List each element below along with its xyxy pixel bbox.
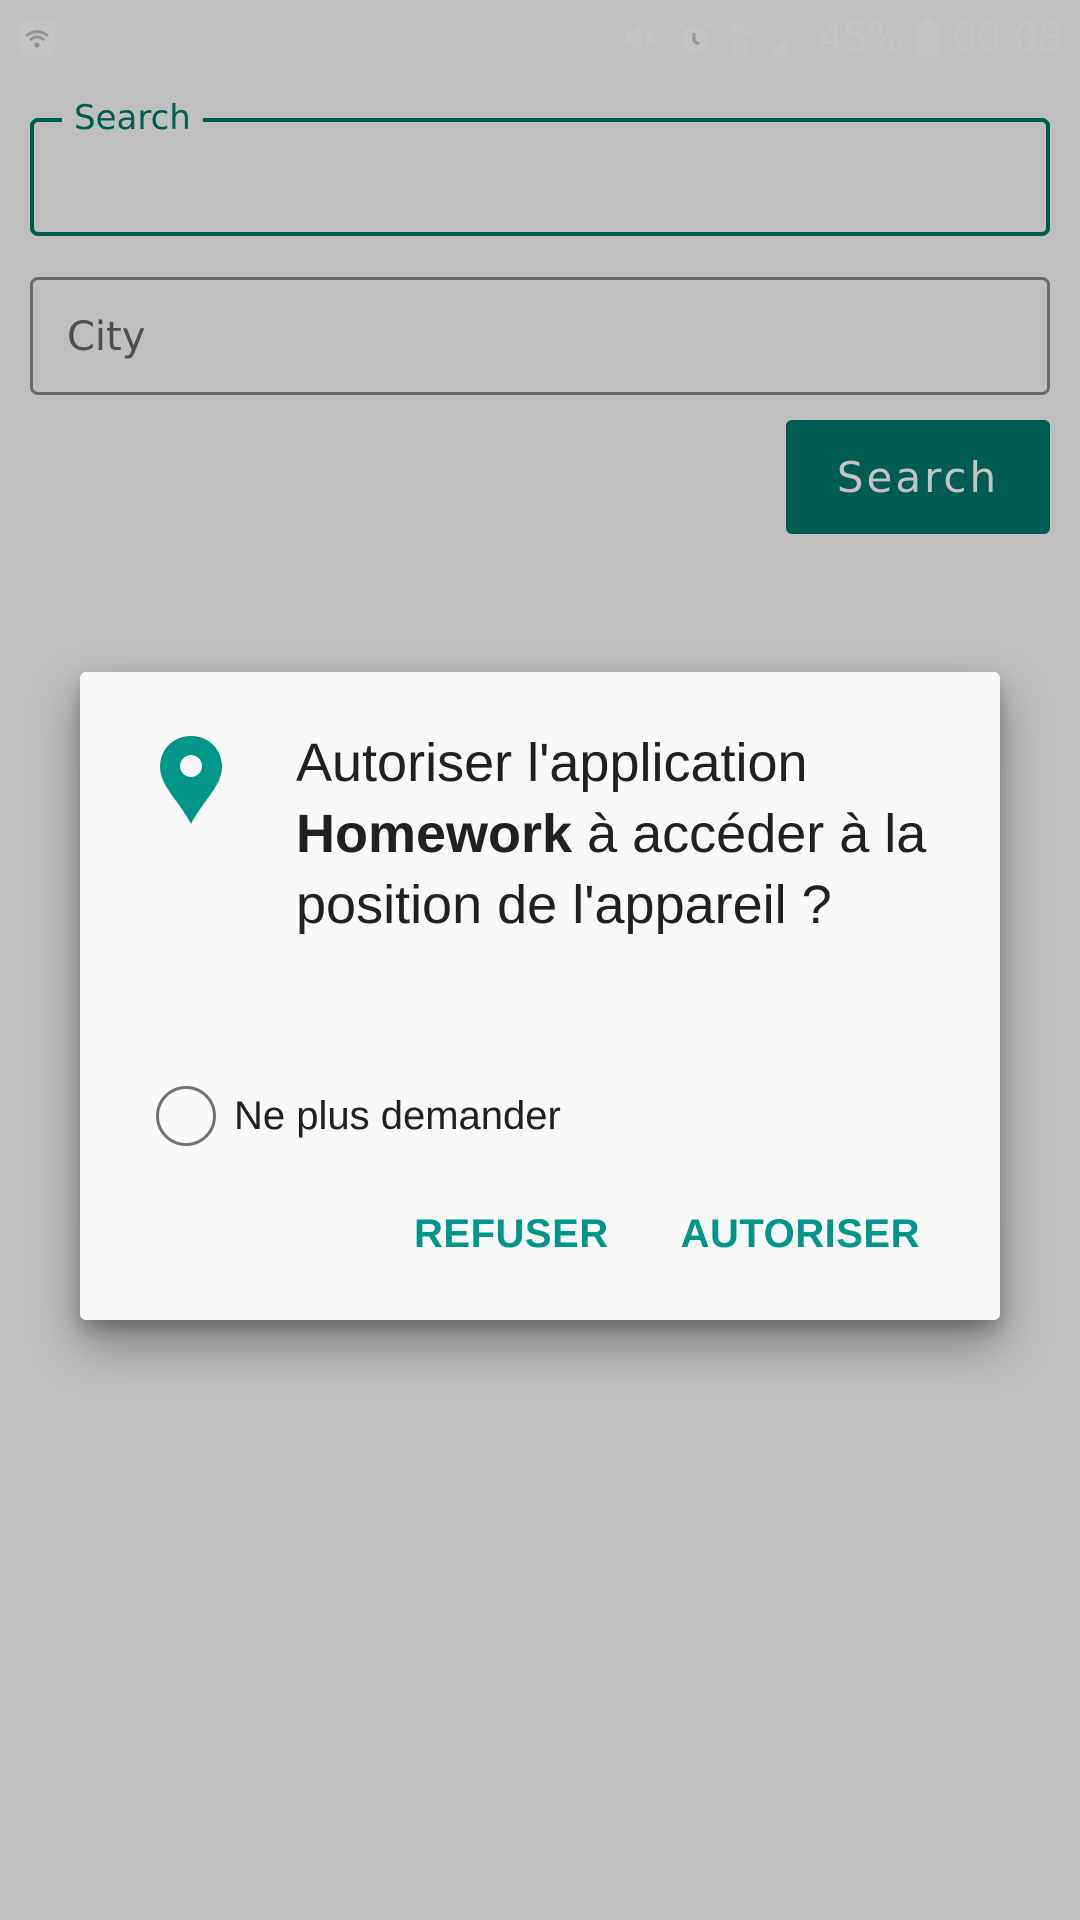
dont-ask-again-checkbox[interactable] [156,1086,216,1146]
deny-button[interactable]: REFUSER [414,1212,609,1257]
dont-ask-again-option[interactable]: Ne plus demander [156,1084,561,1148]
allow-button[interactable]: AUTORISER [681,1212,920,1257]
message-part1: Autoriser l'application [296,733,808,793]
dialog-actions: REFUSER AUTORISER [414,1212,920,1257]
screen: 4G 45% 00:08 Search City Search Autorise… [0,0,1080,1920]
app-name: Homework [296,804,573,864]
location-permission-dialog: Autoriser l'application Homework à accéd… [80,672,1000,1320]
permission-message: Autoriser l'application Homework à accéd… [296,728,946,941]
location-pin-icon [158,734,224,826]
dont-ask-again-label: Ne plus demander [234,1093,561,1138]
